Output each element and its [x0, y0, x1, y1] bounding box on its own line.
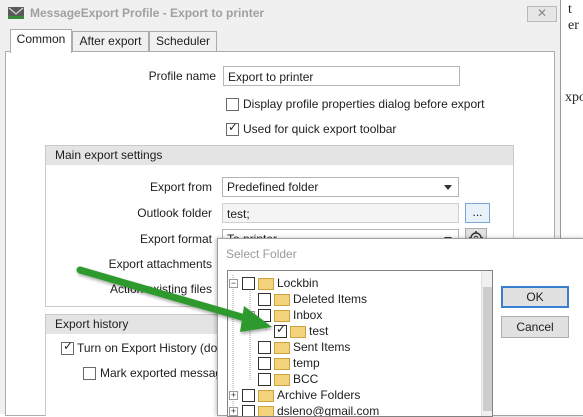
folder-icon	[274, 358, 290, 370]
window-title: MessageExport Profile - Export to printe…	[30, 6, 265, 20]
tab-after-export[interactable]: After export	[72, 31, 149, 52]
tree-node[interactable]: Deleted Items	[228, 291, 478, 307]
cancel-button[interactable]: Cancel	[501, 316, 569, 338]
inbox-icon	[274, 310, 290, 322]
expand-icon[interactable]: +	[229, 391, 238, 400]
tree-node-label: Archive Folders	[277, 388, 361, 402]
select-folder-dialog: Select Folder − Lockbin Deleted Items − Inbo…	[217, 238, 583, 417]
tree-node-checkbox[interactable]	[258, 309, 271, 322]
tree-node-checkbox[interactable]	[242, 405, 255, 416]
tree-node-label: temp	[293, 356, 320, 370]
profile-name-label: Profile name	[148, 69, 216, 83]
tree-scrollbar[interactable]	[481, 271, 492, 416]
tree-node-checkbox[interactable]	[258, 341, 271, 354]
mark-exported-checkbox[interactable]	[83, 367, 96, 380]
outlook-folder-input[interactable]: test;	[222, 203, 459, 223]
tree-node-label: Deleted Items	[293, 292, 368, 306]
tree-node[interactable]: − Lockbin	[228, 275, 478, 291]
tab-scheduler[interactable]: Scheduler	[149, 31, 217, 52]
chevron-down-icon	[444, 185, 452, 190]
tree-node-checkbox[interactable]	[258, 357, 271, 370]
tree-node-label: test	[309, 324, 329, 338]
expand-icon[interactable]: +	[229, 407, 238, 416]
recycle-folder-icon	[274, 294, 290, 306]
tree-node-checkbox[interactable]	[242, 389, 255, 402]
mark-exported-label: Mark exported messages	[100, 366, 235, 380]
export-from-select[interactable]: Predefined folder	[222, 177, 459, 197]
quick-toolbar-checkbox[interactable]: ✓	[226, 121, 239, 136]
checkmark-icon: ✓	[276, 322, 287, 336]
tree-node-label: Sent Items	[293, 340, 351, 354]
tree-node-checkbox[interactable]	[258, 293, 271, 306]
export-format-label: Export format	[139, 232, 212, 246]
main-export-settings-header: Main export settings	[46, 146, 513, 165]
sent-folder-icon	[274, 342, 290, 354]
tree-node-label: Lockbin	[277, 276, 319, 290]
background-text-top: t er	[568, 2, 579, 33]
folder-tree[interactable]: − Lockbin Deleted Items − Inbox ✓ test Sent Ite…	[227, 270, 493, 417]
tree-scrollbar-thumb[interactable]	[483, 287, 492, 411]
tree-node-checkbox[interactable]	[242, 277, 255, 290]
tree-node-label: Inbox	[293, 308, 323, 322]
tree-node[interactable]: + Archive Folders	[228, 387, 478, 403]
turn-on-history-checkbox[interactable]: ✓	[61, 340, 74, 355]
browse-folder-button[interactable]: ...	[465, 203, 490, 223]
tree-node-checkbox[interactable]: ✓	[274, 322, 287, 338]
outlook-folder-label: Outlook folder	[137, 206, 212, 220]
action-existing-files-label: Action existing files	[109, 282, 212, 296]
tab-common[interactable]: Common	[10, 29, 72, 53]
quick-toolbar-label: Used for quick export toolbar	[243, 122, 397, 136]
tree-node-label: BCC	[293, 372, 319, 386]
tree-node-label: dsleno@gmail.com	[277, 404, 380, 417]
tree-node-checkbox[interactable]	[258, 373, 271, 386]
display-dialog-label: Display profile properties dialog before…	[243, 97, 485, 111]
folder-icon	[274, 374, 290, 386]
tree-node[interactable]: temp	[228, 355, 478, 371]
tree-node[interactable]: ✓ test	[228, 323, 478, 339]
app-icon	[8, 7, 24, 19]
folder-icon	[290, 326, 306, 338]
collapse-icon[interactable]: −	[246, 311, 255, 320]
close-button[interactable]: ✕	[527, 6, 557, 22]
turn-on-history-label: Turn on Export History (do no	[77, 341, 234, 355]
select-folder-title: Select Folder	[226, 247, 297, 261]
tree-node[interactable]: Sent Items	[228, 339, 478, 355]
folder-icon	[258, 390, 274, 402]
folder-icon	[258, 278, 274, 290]
ok-button[interactable]: OK	[501, 286, 569, 308]
profile-name-input[interactable]: Export to printer	[223, 66, 460, 86]
tree-node[interactable]: BCC	[228, 371, 478, 387]
background-text-mid: xpor	[565, 90, 583, 105]
export-from-value: Predefined folder	[227, 180, 319, 194]
tree-node[interactable]: + dsleno@gmail.com	[228, 403, 478, 417]
title-bar: MessageExport Profile - Export to printe…	[0, 0, 560, 26]
export-attachments-label: Export attachments	[108, 257, 212, 271]
collapse-icon[interactable]: −	[229, 279, 238, 288]
tree-node[interactable]: − Inbox	[228, 307, 478, 323]
mailbox-icon	[258, 406, 274, 416]
display-dialog-checkbox[interactable]	[226, 98, 239, 111]
export-from-label: Export from	[149, 180, 212, 194]
